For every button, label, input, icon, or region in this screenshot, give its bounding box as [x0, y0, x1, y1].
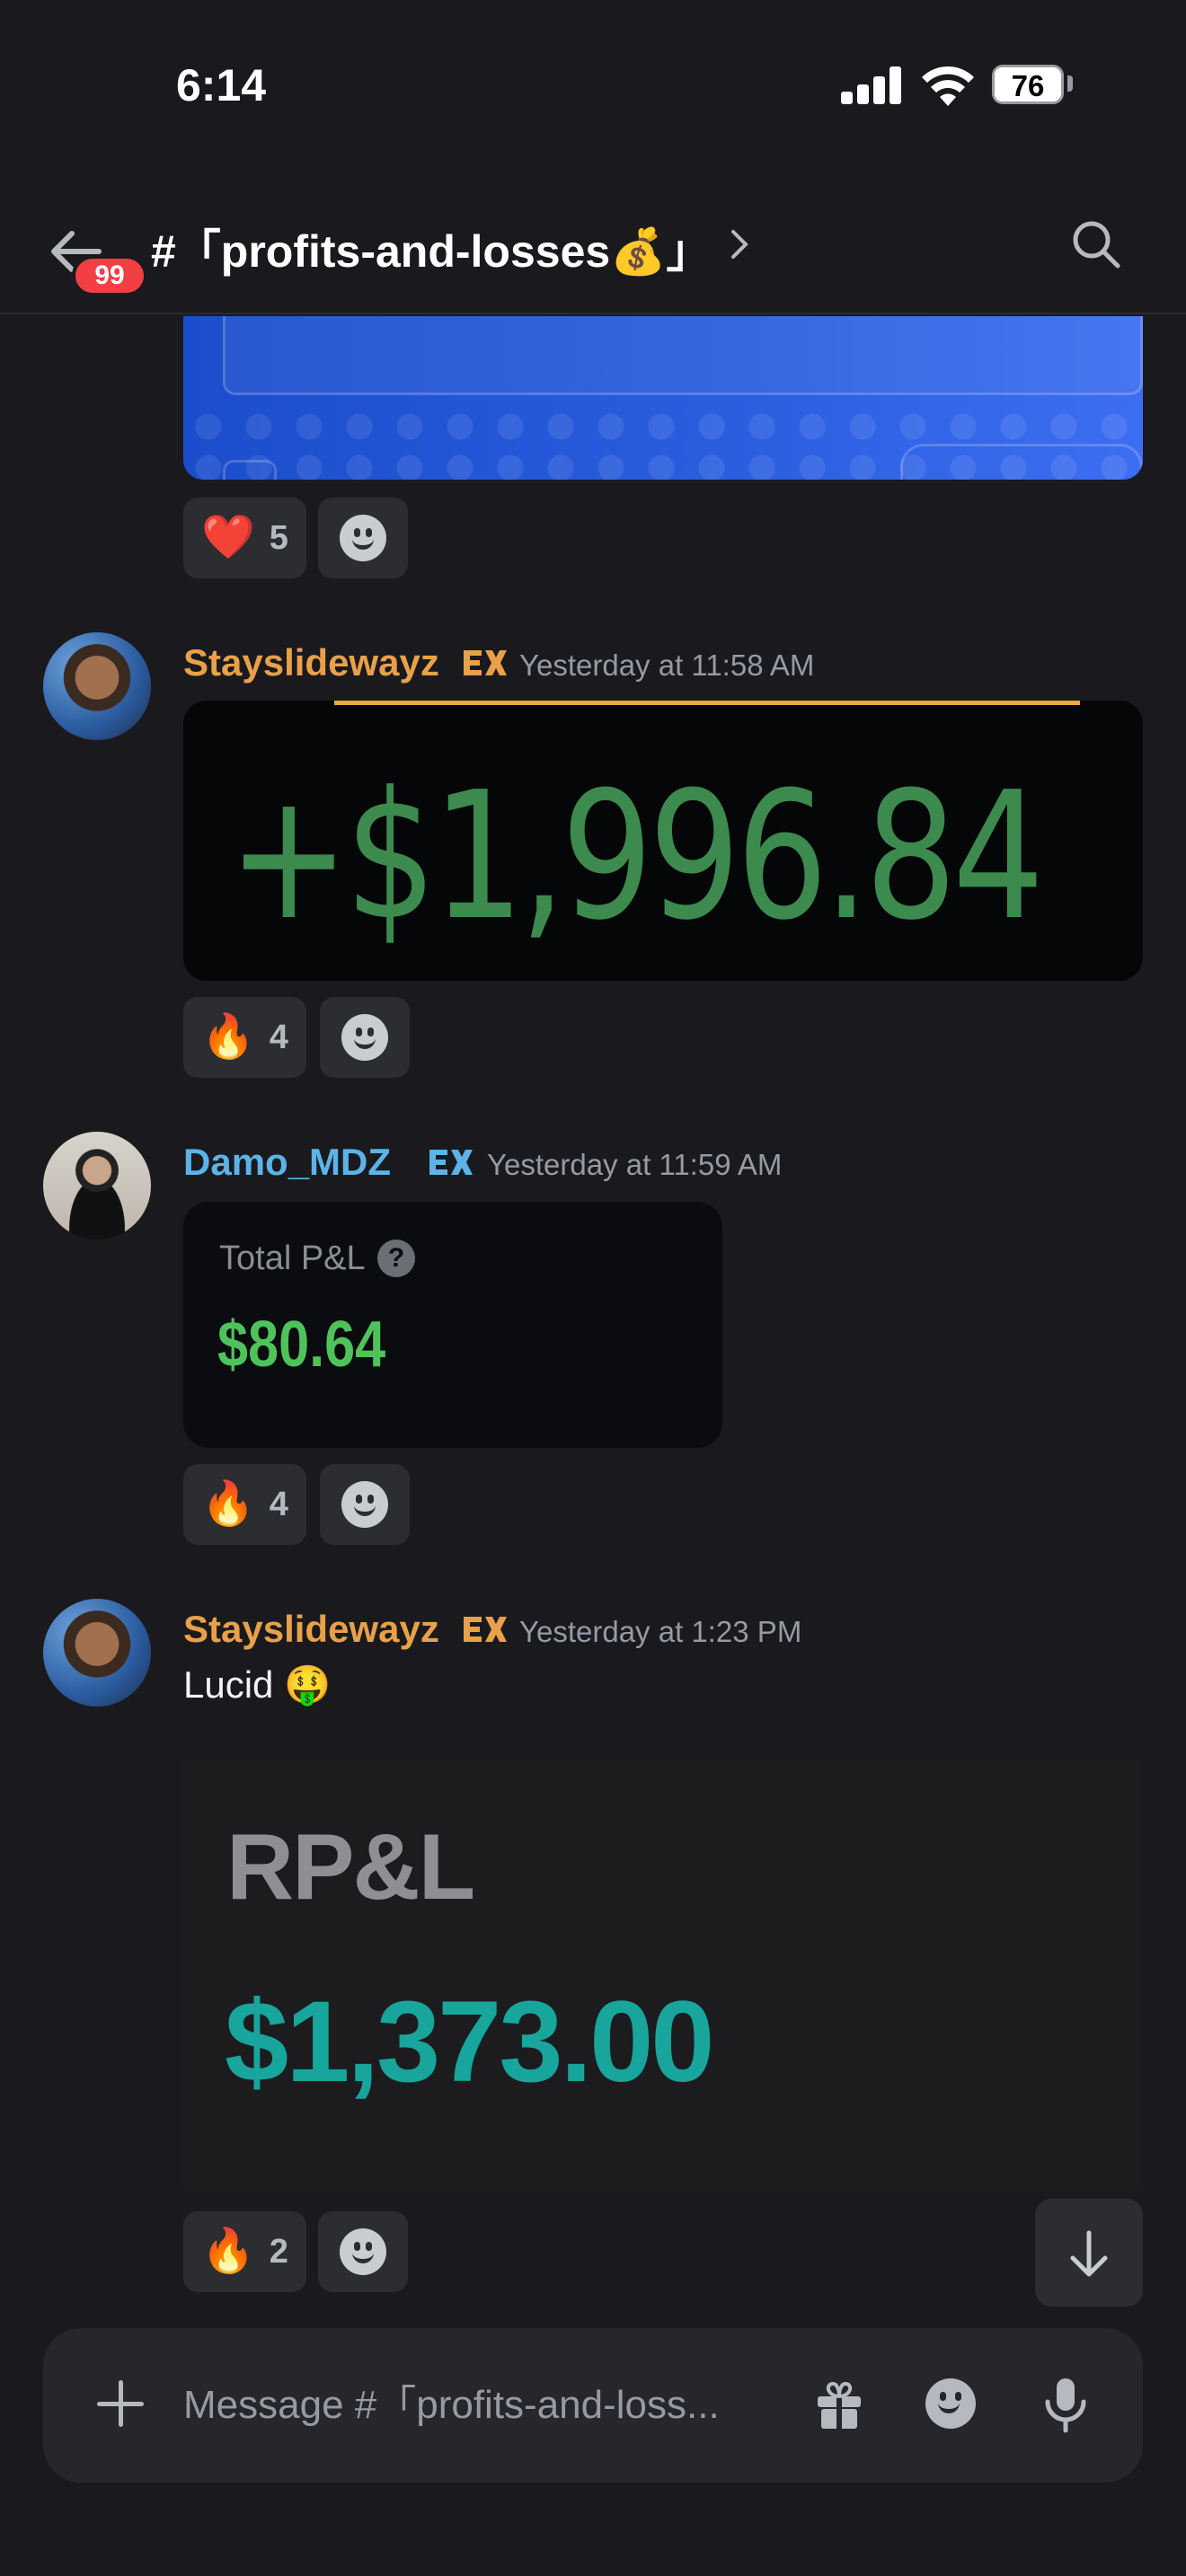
username[interactable]: Damo_MDZ — [183, 1141, 391, 1184]
avatar[interactable] — [43, 1599, 151, 1707]
battery-level: 76 — [1011, 69, 1045, 102]
server-tag-icon — [464, 1617, 507, 1642]
timestamp: Yesterday at 11:59 AM — [487, 1148, 783, 1181]
reaction-heart[interactable]: ❤️ 5 — [183, 498, 306, 578]
battery-cap — [1067, 75, 1073, 92]
heart-emoji: ❤️ — [201, 514, 255, 561]
emoji-picker-button[interactable] — [922, 2375, 979, 2432]
image-attachment[interactable]: RP&L $1,373.00 — [183, 1760, 1143, 2190]
microphone-icon[interactable] — [1040, 2375, 1091, 2436]
chevron-right-icon[interactable] — [728, 226, 751, 262]
unread-badge: 99 — [72, 255, 147, 296]
reaction-fire[interactable]: 🔥 2 — [183, 2211, 306, 2292]
search-icon[interactable] — [1069, 217, 1123, 271]
rpl-label: RP&L — [226, 1815, 475, 1919]
reaction-count: 2 — [269, 2232, 288, 2271]
pnl-amount: +$1,996.84 — [228, 754, 1044, 959]
reaction-fire[interactable]: 🔥 4 — [183, 997, 306, 1078]
reaction-count: 4 — [269, 1485, 288, 1523]
arrow-down-icon — [1070, 2230, 1108, 2277]
gift-icon[interactable] — [812, 2378, 866, 2432]
message-input[interactable] — [183, 2377, 812, 2434]
timestamp: Yesterday at 1:23 PM — [519, 1615, 802, 1648]
embed-tab — [900, 444, 1143, 480]
channel-header: 99 #「profits-and-losses💰」 — [0, 171, 1186, 314]
embed-tab — [223, 460, 277, 480]
add-reaction-icon — [341, 1014, 388, 1061]
add-reaction-button[interactable] — [320, 997, 410, 1078]
pnl-label: Total P&L — [219, 1239, 366, 1277]
message-text: Lucid 🤑 — [183, 1663, 332, 1706]
rpl-value: $1,373.00 — [225, 1978, 714, 2106]
fire-emoji: 🔥 — [201, 1480, 255, 1528]
image-attachment[interactable] — [183, 316, 1143, 480]
reaction-count: 5 — [269, 518, 288, 557]
server-tag-icon — [429, 1150, 473, 1175]
wifi-icon — [922, 66, 974, 106]
add-reaction-button[interactable] — [318, 498, 408, 578]
embed-panel — [223, 316, 1143, 395]
status-time: 6:14 — [176, 60, 267, 110]
add-reaction-button[interactable] — [318, 2211, 408, 2292]
plus-icon[interactable] — [97, 2380, 144, 2427]
cellular-signal-icon — [841, 66, 902, 104]
battery-icon: 76 — [992, 65, 1064, 104]
add-reaction-button[interactable] — [320, 1464, 410, 1545]
server-tag-icon — [464, 650, 507, 675]
add-reaction-icon — [341, 1481, 388, 1528]
scroll-to-bottom-button[interactable] — [1035, 2199, 1143, 2307]
fire-emoji: 🔥 — [201, 1013, 255, 1061]
timestamp: Yesterday at 11:58 AM — [519, 648, 815, 682]
smiley-icon — [925, 2378, 976, 2429]
fire-emoji: 🔥 — [201, 2228, 255, 2275]
message-composer — [43, 2328, 1143, 2483]
accent-line — [334, 701, 1080, 705]
avatar[interactable] — [43, 632, 151, 740]
pnl-value: $80.64 — [217, 1309, 386, 1381]
status-bar: 6:14 76 — [0, 0, 1186, 171]
reaction-fire[interactable]: 🔥 4 — [183, 1464, 306, 1545]
add-reaction-icon — [340, 2228, 386, 2275]
help-icon: ? — [377, 1239, 415, 1277]
avatar[interactable] — [43, 1132, 151, 1239]
image-attachment[interactable]: +$1,996.84 — [183, 701, 1143, 981]
channel-title[interactable]: #「profits-and-losses💰」 — [151, 216, 711, 280]
add-reaction-icon — [340, 515, 386, 561]
image-attachment[interactable]: Total P&L ? $80.64 — [183, 1202, 722, 1448]
username[interactable]: Stayslidewayz — [183, 641, 439, 684]
username[interactable]: Stayslidewayz — [183, 1608, 439, 1651]
reaction-count: 4 — [269, 1018, 288, 1056]
